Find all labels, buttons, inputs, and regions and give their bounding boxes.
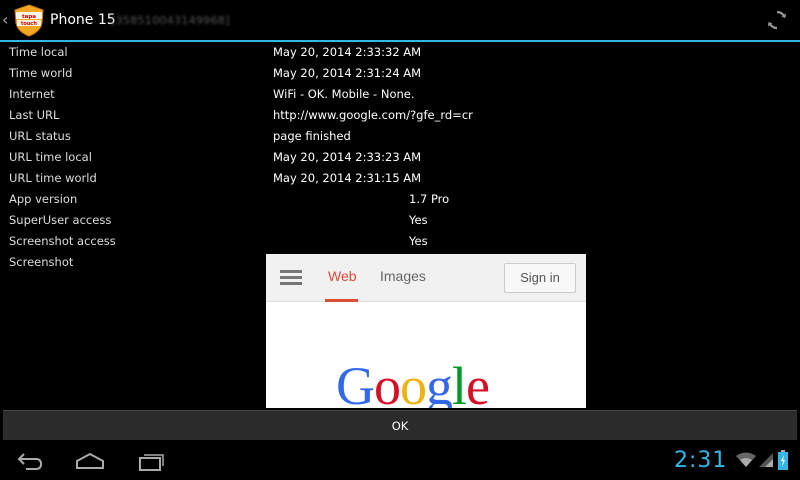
action-bar: ‹ tapa touch Phone 15 [358510043149968]: [0, 0, 800, 42]
recent-apps-icon[interactable]: [137, 450, 165, 472]
status-clock: 2:31: [674, 448, 728, 473]
logo-letter: o: [400, 356, 427, 408]
row-value: May 20, 2014 2:31:24 AM: [273, 66, 422, 80]
row-value: http://www.google.com/?gfe_rd=cr: [273, 108, 473, 122]
row-value: May 20, 2014 2:33:23 AM: [273, 150, 422, 164]
row-value: Yes: [409, 213, 428, 227]
row-label: Time world: [9, 66, 73, 80]
info-row-url-status: URL status page finished: [0, 126, 800, 147]
tab-web-indicator: [325, 299, 358, 302]
signal-icon: [759, 453, 773, 467]
up-caret-icon[interactable]: ‹: [2, 10, 8, 30]
info-row-superuser-access: SuperUser access Yes: [0, 210, 800, 231]
svg-text:tapa: tapa: [22, 14, 36, 20]
system-nav-bar: 2:31: [0, 440, 800, 480]
tab-web: Web: [328, 268, 357, 284]
wifi-icon: [736, 452, 756, 467]
row-label: URL time world: [9, 171, 97, 185]
row-label: App version: [9, 192, 78, 206]
app-shield-icon[interactable]: tapa touch: [12, 3, 46, 37]
svg-text:touch: touch: [21, 21, 37, 27]
info-row-last-url: Last URL http://www.google.com/?gfe_rd=c…: [0, 105, 800, 126]
row-value: 1.7 Pro: [409, 192, 450, 206]
logo-letter: e: [466, 356, 490, 408]
battery-charging-icon: [778, 450, 788, 470]
refresh-icon[interactable]: [766, 9, 788, 31]
info-row-time-world: Time world May 20, 2014 2:31:24 AM: [0, 63, 800, 84]
row-value: page finished: [273, 129, 351, 143]
info-row-internet: Internet WiFi - OK. Mobile - None.: [0, 84, 800, 105]
info-row-screenshot-access: Screenshot access Yes: [0, 231, 800, 252]
sign-in-button: Sign in: [504, 263, 576, 293]
row-label: Internet: [9, 87, 55, 101]
info-row-app-version: App version 1.7 Pro: [0, 189, 800, 210]
ok-bar: OK: [3, 410, 797, 440]
home-icon[interactable]: [74, 450, 106, 472]
row-label: URL time local: [9, 150, 92, 164]
ok-button[interactable]: OK: [3, 411, 797, 441]
logo-letter: G: [336, 356, 375, 408]
row-label: Time local: [9, 45, 68, 59]
info-row-url-time-local: URL time local May 20, 2014 2:33:23 AM: [0, 147, 800, 168]
page-title: Phone 15: [50, 12, 116, 28]
row-value: May 20, 2014 2:33:32 AM: [273, 45, 422, 59]
tab-images: Images: [380, 268, 426, 284]
screenshot-preview[interactable]: Web Images Sign in Google: [266, 254, 586, 408]
row-value: May 20, 2014 2:31:15 AM: [273, 171, 422, 185]
back-icon[interactable]: [16, 450, 44, 472]
info-row-time-local: Time local May 20, 2014 2:33:32 AM: [0, 42, 800, 63]
info-row-url-time-world: URL time world May 20, 2014 2:31:15 AM: [0, 168, 800, 189]
device-id: [358510043149968]: [111, 14, 230, 27]
row-value: Yes: [409, 234, 428, 248]
logo-letter: o: [374, 356, 401, 408]
row-value: WiFi - OK. Mobile - None.: [273, 87, 415, 101]
logo-letter: l: [452, 356, 467, 408]
row-label: Screenshot: [9, 255, 74, 269]
row-label: SuperUser access: [9, 213, 112, 227]
row-label: Last URL: [9, 108, 60, 122]
google-top-bar: Web Images Sign in: [266, 254, 586, 302]
google-logo: Google: [336, 356, 490, 408]
row-label: Screenshot access: [9, 234, 116, 248]
menu-icon: [280, 270, 302, 286]
logo-letter: g: [426, 356, 453, 408]
row-label: URL status: [9, 129, 71, 143]
